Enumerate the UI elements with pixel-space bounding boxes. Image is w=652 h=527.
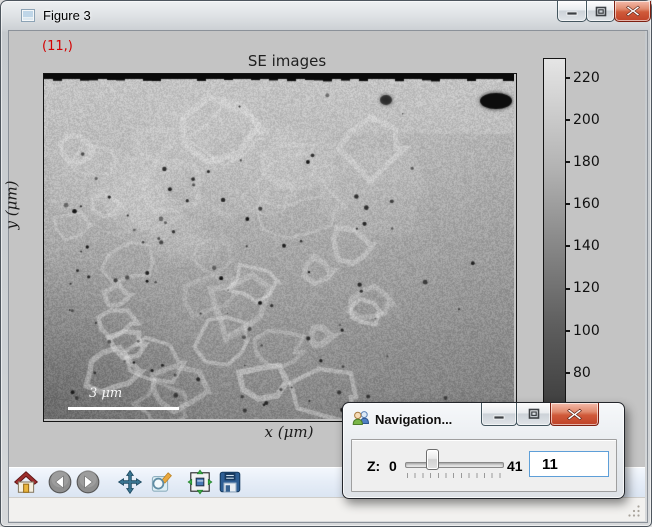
pan-button[interactable] <box>117 469 143 495</box>
z-slider-track[interactable] <box>405 462 504 468</box>
nav-maximize-icon <box>528 408 540 420</box>
colorbar-tick <box>565 330 570 332</box>
nav-close-icon <box>567 408 582 421</box>
scalebar-line <box>68 407 179 410</box>
colorbar <box>543 58 566 415</box>
colorbar-tick <box>565 161 570 163</box>
pan-icon <box>117 469 143 495</box>
save-icon <box>217 469 243 495</box>
colorbar-tick <box>565 119 570 121</box>
minimize-icon <box>566 6 579 16</box>
y-axis-label: y (μm) <box>2 181 20 230</box>
maximize-icon <box>595 6 607 17</box>
nav-minimize-button[interactable] <box>481 403 517 426</box>
colorbar-label: 120 <box>573 279 600 297</box>
nav-minimize-icon <box>493 409 506 420</box>
colorbar-label: 180 <box>573 153 600 171</box>
nav-maximize-button[interactable] <box>516 403 551 426</box>
z-value-input[interactable] <box>529 451 609 477</box>
colorbar-tick <box>565 203 570 205</box>
maximize-button[interactable] <box>586 1 615 22</box>
zoom-to-rect-icon <box>147 469 173 495</box>
back-button[interactable] <box>47 469 73 495</box>
colorbar-tick <box>565 288 570 290</box>
navigation-panel: Z: 0 41 <box>351 439 617 492</box>
navigation-title-bar[interactable]: Navigation... <box>343 403 624 436</box>
scalebar-label: 3 μm <box>89 386 122 401</box>
save-button[interactable] <box>217 469 243 495</box>
navigation-dialog: Navigation... Z: 0 41 <box>342 402 625 499</box>
minimize-button[interactable] <box>557 1 587 22</box>
z-slider-ticks <box>407 473 501 478</box>
colorbar-label: 200 <box>573 111 600 129</box>
colorbar-tick <box>565 77 570 79</box>
app-icon <box>21 8 36 23</box>
sem-image[interactable]: 3 μm <box>43 73 517 422</box>
sem-image-canvas <box>44 74 514 419</box>
colorbar-tick <box>565 372 570 374</box>
forward-button[interactable] <box>75 469 101 495</box>
home-button[interactable] <box>13 469 39 495</box>
users-icon <box>352 410 370 427</box>
configure-subplots-button[interactable] <box>187 469 213 495</box>
colorbar-label: 100 <box>573 322 600 340</box>
zoom-to-rect-button[interactable] <box>147 469 173 495</box>
colorbar-label: 160 <box>573 195 600 213</box>
home-icon <box>13 469 39 495</box>
navigation-title: Navigation... <box>375 412 452 427</box>
colorbar-label: 140 <box>573 237 600 255</box>
back-icon <box>47 469 73 495</box>
colorbar-tick <box>565 245 570 247</box>
z-slider-handle[interactable] <box>426 449 439 470</box>
colorbar-label: 80 <box>573 364 591 382</box>
plot-title: SE images <box>209 52 365 70</box>
slice-annotation: (11,) <box>42 39 73 54</box>
title-bar[interactable]: Figure 3 <box>1 1 652 31</box>
slider-max-label: 41 <box>507 458 523 474</box>
x-axis-label: x (μm) <box>219 423 359 441</box>
colorbar-label: 220 <box>573 69 600 87</box>
slider-min-label: 0 <box>389 458 397 474</box>
forward-icon <box>75 469 101 495</box>
configure-subplots-icon <box>187 469 213 495</box>
nav-close-button[interactable] <box>550 403 599 426</box>
close-icon <box>626 5 640 17</box>
close-button[interactable] <box>614 1 651 22</box>
window-title: Figure 3 <box>43 8 91 23</box>
z-label: Z: <box>367 458 380 474</box>
resize-grip[interactable] <box>628 505 641 518</box>
status-bar <box>9 497 645 521</box>
